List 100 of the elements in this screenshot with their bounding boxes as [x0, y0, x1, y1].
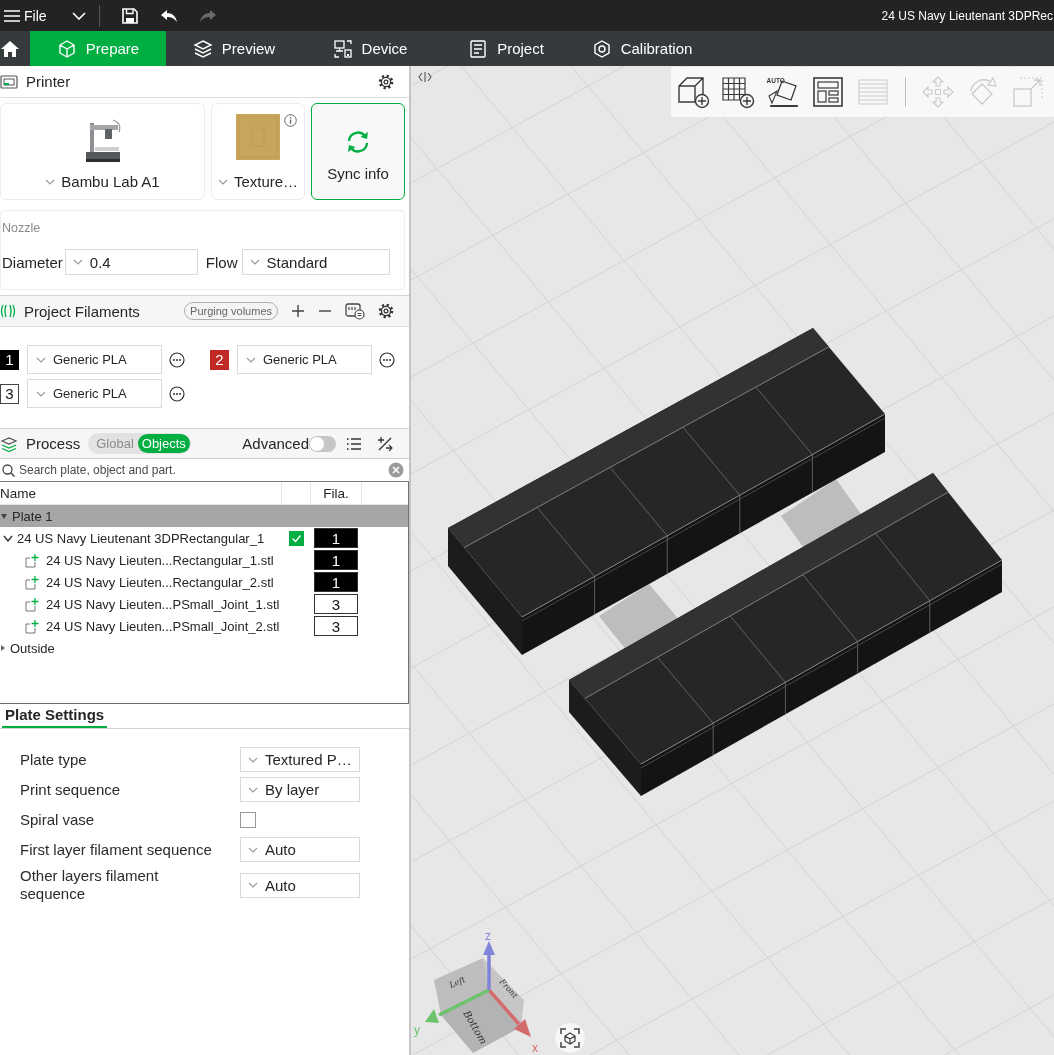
setting-dropdown[interactable]: Auto — [240, 837, 360, 862]
search-field[interactable]: Search plate, object and part. — [19, 460, 384, 480]
stacked-layers-icon — [0, 435, 18, 452]
filament-dropdown[interactable]: Generic PLA — [237, 345, 372, 374]
part-icon — [25, 552, 39, 568]
part-row[interactable]: 24 US Navy Lieuten...PSmall_Joint_1.stl 3 — [0, 593, 408, 615]
axis-label: x — [532, 1041, 538, 1055]
filament-badge[interactable]: 1 — [314, 550, 358, 570]
printer-name: Bambu Lab A1 — [61, 173, 160, 190]
window-title: 24 US Navy Lieutenant 3DPRec — [881, 8, 1054, 23]
setting-label: First layer filament sequence — [20, 840, 213, 859]
settings-icon[interactable] — [378, 303, 394, 319]
section-title: Process — [26, 435, 81, 452]
filament-badge[interactable]: 3 — [314, 616, 358, 636]
undo-icon[interactable] — [159, 8, 178, 23]
settings-tab[interactable]: Plate Settings — [2, 706, 108, 728]
tab[interactable]: Project — [438, 31, 574, 66]
filament-badge[interactable]: 1 — [314, 528, 358, 548]
advanced-toggle[interactable] — [309, 435, 336, 452]
object-row[interactable]: 24 US Navy Lieutenant 3DPRectangular_1 1 — [0, 527, 408, 549]
tree-item-label: Outside — [10, 640, 55, 656]
part-row[interactable]: 24 US Navy Lieuten...Rectangular_1.stl 1 — [0, 549, 408, 571]
field-label: Flow — [205, 253, 238, 271]
flow-dropdown[interactable]: Standard — [241, 249, 390, 275]
chevron-icon — [246, 356, 256, 363]
info-icon[interactable] — [284, 114, 297, 127]
chevron-icon — [36, 390, 46, 397]
diameter-dropdown[interactable]: 0.4 — [64, 249, 198, 275]
plate-row[interactable]: Plate 1 — [0, 505, 408, 527]
sync-info-button[interactable]: Sync info — [311, 103, 405, 200]
chevron-icon — [248, 882, 258, 888]
grid-plus-icon[interactable] — [721, 75, 755, 109]
hexagon-icon — [591, 38, 612, 59]
chevron-down-icon[interactable] — [3, 534, 13, 542]
list-icon[interactable] — [346, 436, 362, 451]
setting-label: Spiral vase — [20, 810, 96, 829]
setting-label: Other layers filament sequence — [20, 867, 160, 903]
column-header: Name — [0, 482, 282, 504]
cube-icon — [56, 38, 77, 59]
clear-icon[interactable] — [388, 462, 404, 478]
chevron-icon — [249, 259, 260, 265]
triangle-right-icon[interactable] — [1, 645, 5, 651]
tab[interactable]: Calibration — [574, 31, 710, 66]
chevron-icon — [248, 756, 258, 763]
purging-volumes-button[interactable]: Purging volumes — [184, 302, 278, 320]
setting-dropdown[interactable]: Textured P… — [240, 747, 360, 772]
fit-view-button[interactable] — [555, 1023, 585, 1053]
settings-icon[interactable] — [378, 73, 394, 90]
more-icon[interactable] — [379, 351, 395, 368]
cube-frame-icon — [560, 1028, 580, 1048]
chevron-icon — [248, 846, 258, 853]
tab[interactable]: Preview — [166, 31, 302, 66]
layout-icon[interactable] — [811, 75, 845, 109]
part-row[interactable]: 24 US Navy Lieuten...PSmall_Joint_2.stl 3 — [0, 615, 408, 637]
triangle-down-icon[interactable] — [1, 513, 7, 519]
part-icon — [25, 596, 39, 612]
menu-icon — [4, 8, 20, 23]
document-icon — [468, 38, 489, 59]
tree-item-label: 24 US Navy Lieuten...PSmall_Joint_1.stl — [46, 596, 280, 612]
more-icon[interactable] — [169, 385, 185, 402]
tree-item-label: Plate 1 — [12, 508, 53, 524]
filament-swatch[interactable]: 2 — [210, 349, 229, 370]
chevron-icon — [36, 356, 46, 363]
setting-label: Plate type — [20, 750, 88, 769]
printer-card[interactable]: Bambu Lab A1 — [0, 103, 205, 200]
more-icon[interactable] — [169, 351, 185, 368]
plus-icon[interactable] — [291, 304, 305, 318]
layers-icon — [192, 38, 213, 59]
checkbox-checked-icon[interactable] — [288, 530, 304, 546]
part-row[interactable]: 24 US Navy Lieuten...Rectangular_2.stl 1 — [0, 571, 408, 593]
column-header: Fila. — [310, 482, 362, 504]
filament-badge[interactable]: 1 — [314, 572, 358, 592]
bracket-divider-icon[interactable] — [418, 70, 432, 84]
chevron-icon — [45, 178, 56, 185]
filament-swatch[interactable]: 3 — [0, 383, 19, 404]
plate-card[interactable]: Texture… — [211, 103, 305, 200]
filament-dropdown[interactable]: Generic PLA — [27, 345, 162, 374]
plus-slash-arrow-icon[interactable] — [376, 434, 394, 453]
checkbox[interactable] — [240, 811, 256, 828]
file-menu-button[interactable]: File — [0, 7, 47, 24]
cube-plus-icon[interactable] — [676, 75, 710, 109]
plate-name: Texture… — [233, 173, 299, 190]
tree-item-label: 24 US Navy Lieutenant 3DPRectangular_1 — [17, 530, 265, 546]
window-equals-icon[interactable] — [345, 302, 365, 320]
save-icon[interactable] — [120, 6, 139, 25]
setting-dropdown[interactable]: Auto — [240, 872, 360, 898]
tab[interactable]: Device — [302, 31, 438, 66]
filament-badge[interactable]: 3 — [314, 594, 358, 614]
axis-label: z — [485, 930, 491, 943]
tree-item-label: 24 US Navy Lieuten...PSmall_Joint_2.stl — [46, 618, 280, 634]
tree-item-label: 24 US Navy Lieuten...Rectangular_1.stl — [46, 552, 274, 568]
tree-item-label: 24 US Navy Lieuten...Rectangular_2.stl — [46, 574, 274, 590]
plate-row[interactable]: Outside — [0, 637, 408, 659]
filament-dropdown[interactable]: Generic PLA — [27, 379, 162, 408]
section-label: Nozzle — [2, 221, 42, 235]
axis-label: y — [414, 1023, 420, 1037]
home-icon[interactable] — [0, 38, 20, 59]
filament-swatch[interactable]: 1 — [0, 349, 19, 370]
setting-dropdown[interactable]: By layer — [240, 777, 360, 802]
build-plate-icon — [236, 114, 280, 160]
